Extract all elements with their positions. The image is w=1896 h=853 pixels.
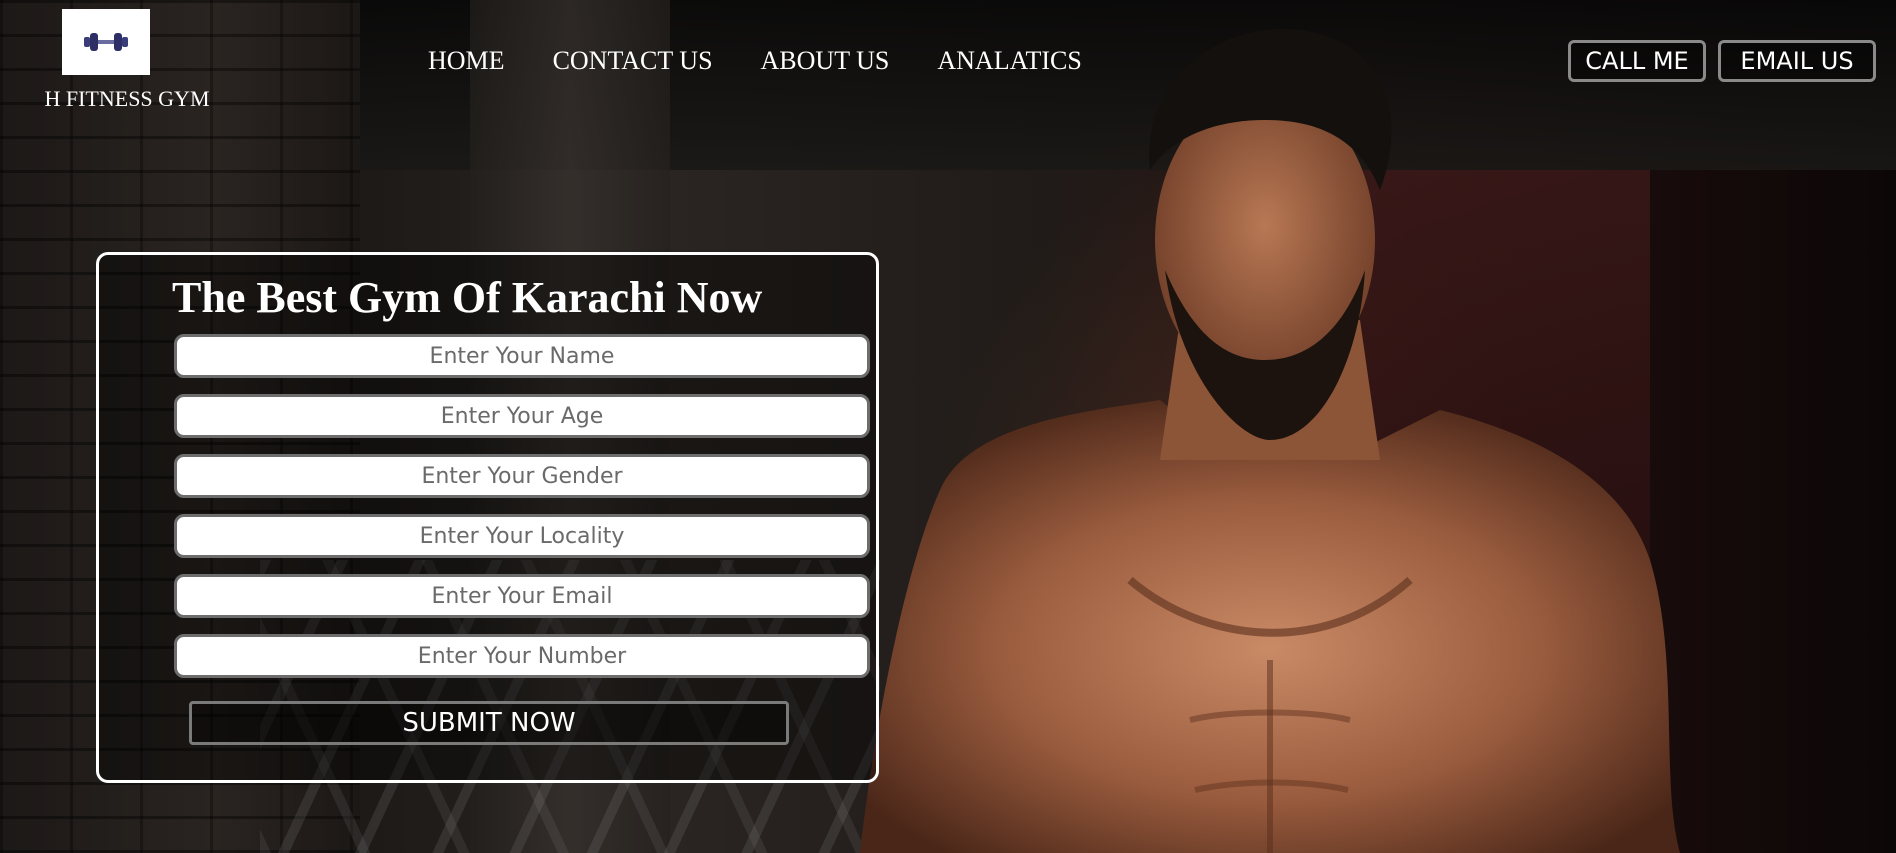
email-field[interactable]: [174, 574, 870, 618]
nav-home[interactable]: HOME: [428, 46, 505, 76]
locality-field[interactable]: [174, 514, 870, 558]
logo[interactable]: [62, 9, 150, 75]
name-field[interactable]: [174, 334, 870, 378]
age-field[interactable]: [174, 394, 870, 438]
athlete-photo: [860, 28, 1680, 853]
nav-analatics[interactable]: ANALATICS: [937, 46, 1081, 76]
email-us-button[interactable]: EMAIL US: [1718, 40, 1876, 82]
form-title: The Best Gym Of Karachi Now: [172, 273, 763, 322]
nav-about-us[interactable]: ABOUT US: [761, 46, 890, 76]
nav-contact-us[interactable]: CONTACT US: [553, 46, 713, 76]
gender-field[interactable]: [174, 454, 870, 498]
brand-name: H FITNESS GYM: [44, 86, 210, 111]
call-me-button[interactable]: CALL ME: [1568, 40, 1706, 82]
main-nav: HOME CONTACT US ABOUT US ANALATICS: [428, 46, 1130, 76]
dumbbell-icon: [84, 33, 128, 51]
number-field[interactable]: [174, 634, 870, 678]
submit-button[interactable]: SUBMIT NOW: [189, 701, 789, 745]
